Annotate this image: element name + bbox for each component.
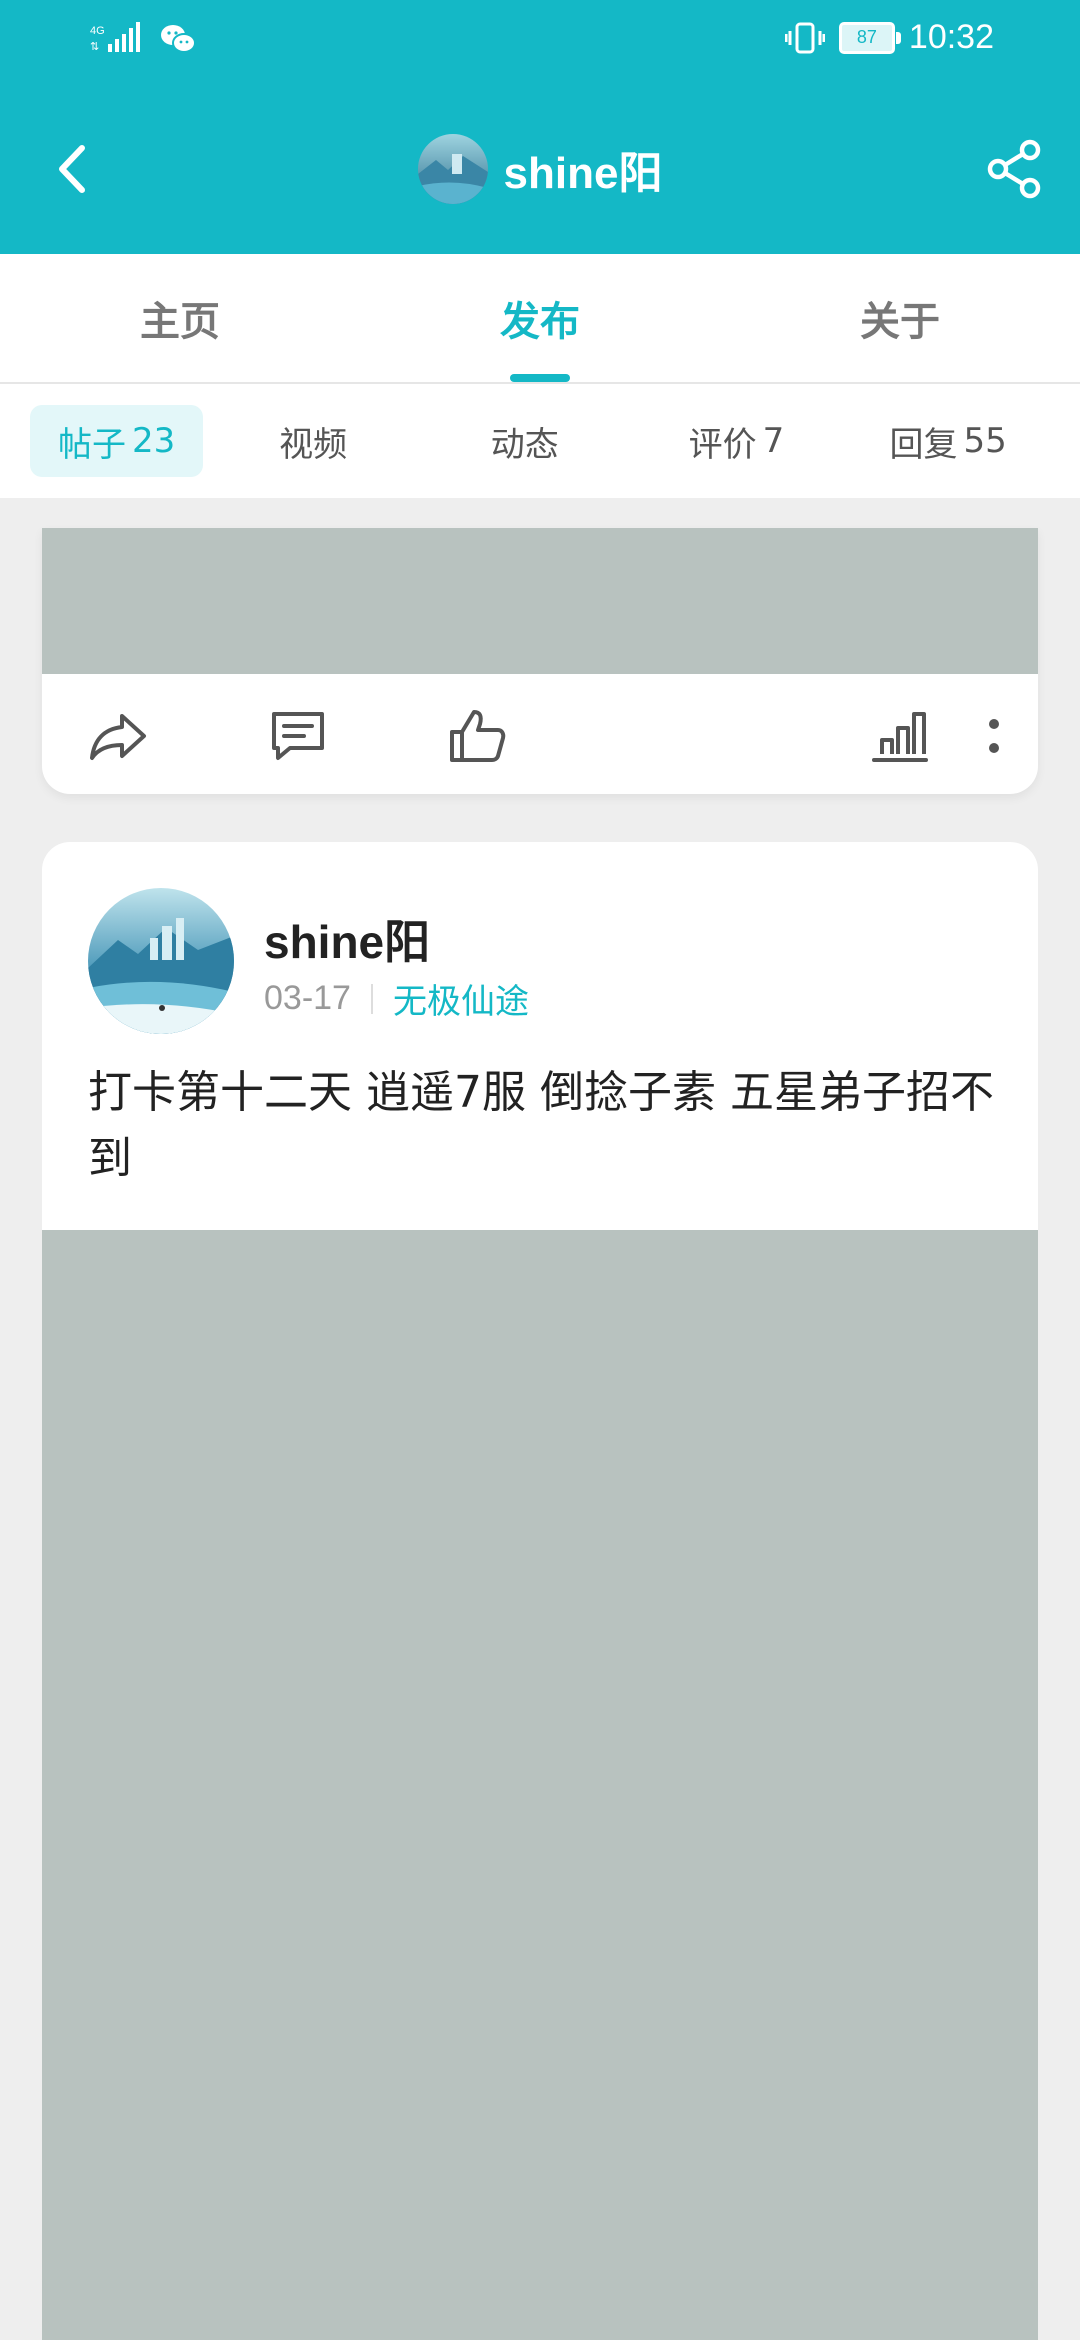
post-card[interactable] (42, 528, 1038, 794)
author-name[interactable]: shine阳 (264, 906, 430, 972)
more-vertical-icon (989, 719, 999, 753)
subtab-label: 回复 (889, 424, 958, 465)
share-button[interactable] (980, 134, 1050, 204)
tab-publish[interactable]: 发布 (360, 254, 720, 382)
subtab-label: 帖子 (58, 424, 126, 465)
post-meta: 03-17 无极仙途 (264, 974, 529, 1023)
post-image[interactable] (42, 528, 1038, 674)
comment-icon (272, 712, 324, 760)
avatar-image (88, 888, 234, 1034)
subtab-label: 动态 (490, 424, 559, 465)
stats-button[interactable] (868, 704, 932, 768)
like-button[interactable] (446, 704, 510, 768)
avatar-image (417, 134, 488, 204)
post-image[interactable] (42, 1230, 1038, 2340)
forward-button[interactable] (86, 704, 150, 768)
game-link[interactable]: 无极仙途 (393, 974, 529, 1023)
vibrate-icon (784, 22, 825, 53)
subtab-reviews[interactable]: 评价 7 (635, 405, 839, 477)
subtab-label: 评价 (688, 424, 757, 465)
clock: 10:32 (908, 18, 994, 56)
comment-button[interactable] (266, 704, 330, 768)
meta-divider (370, 983, 373, 1014)
more-button[interactable] (982, 704, 1006, 768)
sub-tab-bar: 帖子 23 视频 动态 评价 7 回复 55 (0, 384, 1080, 498)
subtab-videos[interactable]: 视频 (211, 405, 415, 477)
post-action-bar (42, 674, 1038, 794)
post-date: 03-17 (264, 979, 351, 1017)
status-bar: 4G ⇅ 87 10:32 (0, 0, 1080, 84)
tab-home[interactable]: 主页 (0, 254, 360, 382)
subtab-label: 视频 (279, 424, 348, 465)
subtab-count: 55 (963, 421, 1007, 461)
svg-text:⇅: ⇅ (90, 41, 99, 53)
battery-indicator: 87 (838, 21, 901, 54)
forward-icon (90, 714, 146, 760)
bar-chart-icon (872, 712, 928, 762)
thumbs-up-icon (450, 710, 506, 762)
header-avatar[interactable] (417, 134, 488, 204)
share-icon (987, 139, 1041, 199)
subtab-count: 23 (132, 421, 176, 461)
subtab-posts[interactable]: 帖子 23 (30, 405, 204, 477)
page-title: shine阳 (503, 149, 663, 198)
post-card[interactable]: shine阳 03-17 无极仙途 打卡第十二天 逍遥7服 倒捻子素 五星弟子招… (42, 842, 1038, 2340)
header-title-group: shine阳 (0, 134, 1080, 204)
subtab-count: 7 (762, 421, 785, 461)
post-text[interactable]: 打卡第十二天 逍遥7服 倒捻子素 五星弟子招不到 (88, 1060, 998, 1192)
app-bar: shine阳 (0, 84, 1080, 254)
subtab-replies[interactable]: 回复 55 (846, 405, 1050, 477)
main-tab-bar: 主页 发布 关于 (0, 254, 1080, 384)
signal-icon: 4G ⇅ (90, 22, 140, 53)
wechat-icon (161, 25, 196, 53)
author-avatar[interactable] (88, 888, 234, 1034)
svg-text:4G: 4G (90, 25, 105, 37)
subtab-activity[interactable]: 动态 (423, 405, 627, 477)
battery-level: 87 (856, 27, 877, 47)
tab-about[interactable]: 关于 (720, 254, 1080, 382)
